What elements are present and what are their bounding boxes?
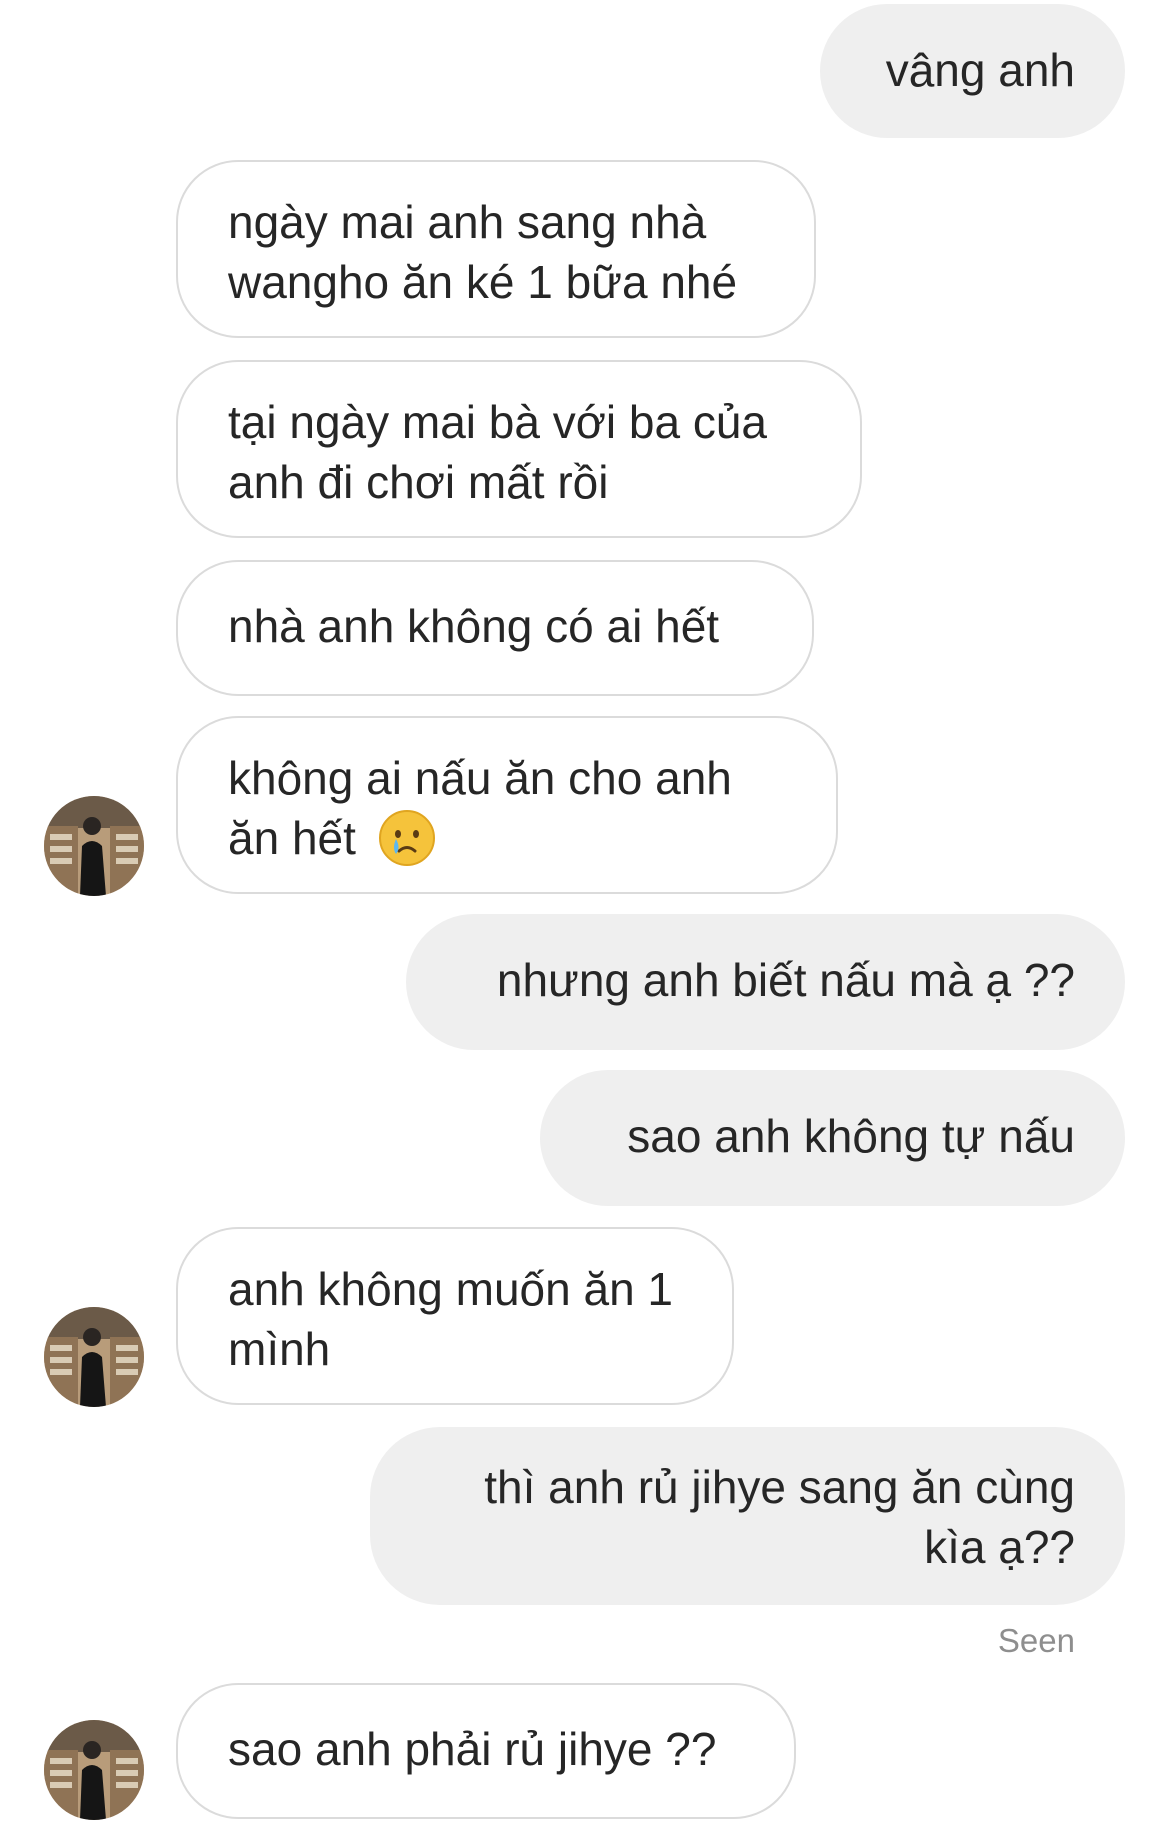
message-text: vâng anh xyxy=(885,44,1075,96)
avatar[interactable] xyxy=(44,1720,144,1820)
message-incoming[interactable]: nhà anh không có ai hết xyxy=(176,560,814,696)
seen-status: Seen xyxy=(997,1622,1075,1659)
avatar[interactable] xyxy=(44,796,144,896)
message-text: sao anh phải rủ jihye ?? xyxy=(228,1723,717,1775)
message-text: nhưng anh biết nấu mà ạ ?? xyxy=(496,954,1075,1006)
message-incoming[interactable]: tại ngày mai bà với ba của anh đi chơi m… xyxy=(176,360,862,538)
message-text: ngày mai anh sang nhà wangho ăn ké 1 bữa… xyxy=(228,196,738,308)
message-incoming[interactable]: sao anh phải rủ jihye ?? xyxy=(176,1683,796,1819)
message-text: không ai nấu ăn cho anh ăn hết xyxy=(228,752,732,864)
avatar[interactable] xyxy=(44,1307,144,1407)
message-outgoing[interactable]: sao anh không tự nấu xyxy=(540,1070,1125,1206)
avatar-photo xyxy=(44,796,144,896)
message-text: thì anh rủ jihye sang ăn cùng kìa ạ?? xyxy=(484,1461,1075,1573)
message-outgoing[interactable]: vâng anh xyxy=(820,4,1125,138)
message-text: sao anh không tự nấu xyxy=(627,1110,1075,1162)
message-incoming[interactable]: không ai nấu ăn cho anh ăn hết xyxy=(176,716,838,894)
avatar-photo xyxy=(44,1720,144,1820)
avatar-photo xyxy=(44,1307,144,1407)
message-outgoing[interactable]: thì anh rủ jihye sang ăn cùng kìa ạ?? xyxy=(370,1427,1125,1605)
message-outgoing[interactable]: nhưng anh biết nấu mà ạ ?? xyxy=(406,914,1125,1050)
message-incoming[interactable]: anh không muốn ăn 1 mình xyxy=(176,1227,734,1405)
message-text: nhà anh không có ai hết xyxy=(228,600,720,652)
message-text: tại ngày mai bà với ba của anh đi chơi m… xyxy=(228,396,768,508)
crying-face-icon xyxy=(378,809,435,866)
message-incoming[interactable]: ngày mai anh sang nhà wangho ăn ké 1 bữa… xyxy=(176,160,816,338)
message-text: anh không muốn ăn 1 mình xyxy=(228,1263,674,1375)
